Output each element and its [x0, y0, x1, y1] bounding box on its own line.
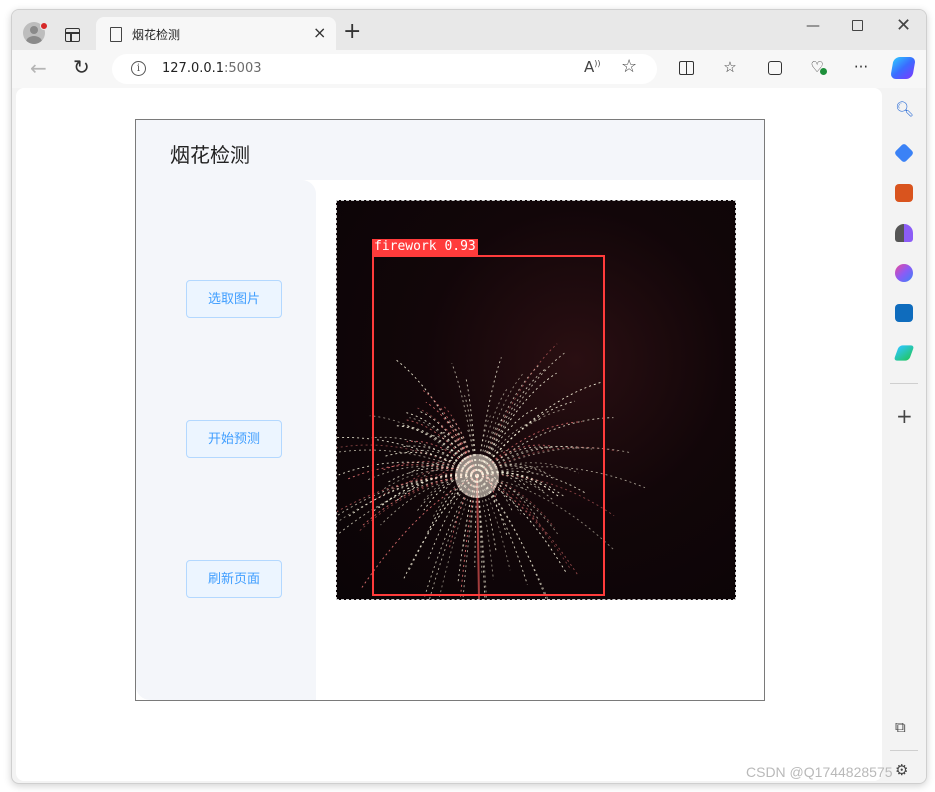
maximize-button[interactable]	[852, 20, 863, 31]
games-icon[interactable]	[895, 224, 913, 242]
minimize-button[interactable]: —	[806, 18, 820, 34]
add-sidebar-app-icon[interactable]: +	[896, 406, 913, 426]
close-window-button[interactable]: ✕	[896, 15, 911, 36]
split-screen-icon[interactable]	[679, 61, 694, 75]
csdn-watermark: CSDN @Q1744828575	[746, 764, 893, 780]
sidebar-settings-icon[interactable]: ⚙	[895, 761, 908, 779]
tab-actions-icon[interactable]	[65, 28, 80, 42]
browser-window: 烟花检测 × + — ✕ ← ↻ i 127.0.0.1:5003 A)) ☆ …	[11, 9, 927, 784]
tab-active[interactable]: 烟花检测 ×	[96, 17, 336, 51]
search-icon[interactable]: 🔍︎	[895, 100, 914, 118]
settings-more-icon[interactable]: ···	[853, 59, 869, 75]
browser-essentials-icon[interactable]: ♡	[809, 59, 827, 75]
side-panel: 选取图片 开始预测 刷新页面	[136, 180, 316, 700]
page-icon	[110, 27, 122, 42]
page-title: 烟花检测	[170, 143, 250, 167]
page-viewport: 烟花检测 选取图片 开始预测 刷新页面 firework 0.93	[16, 88, 882, 781]
app-container: 烟花检测 选取图片 开始预测 刷新页面 firework 0.93	[135, 119, 765, 701]
collections-icon[interactable]	[768, 61, 782, 75]
refresh-button[interactable]: ↻	[73, 55, 90, 79]
detection-bounding-box	[372, 255, 605, 596]
edge-sidebar: 🔍︎ + ⧉ ⚙	[882, 88, 926, 783]
outlook-icon[interactable]	[895, 304, 913, 322]
sidebar-divider-bottom	[890, 750, 918, 751]
screenshot-icon[interactable]: ⧉	[895, 718, 906, 736]
select-image-button[interactable]: 选取图片	[186, 280, 282, 318]
copilot-icon[interactable]	[890, 57, 916, 79]
detection-label: firework 0.93	[372, 239, 478, 255]
favorites-icon[interactable]: ☆	[722, 59, 738, 75]
browser-toolbar: ← ↻ i 127.0.0.1:5003 A)) ☆ ☆ ♡ ···	[12, 50, 926, 88]
app-header: 烟花检测	[136, 120, 764, 180]
notification-dot	[40, 22, 48, 30]
refresh-page-button[interactable]: 刷新页面	[186, 560, 282, 598]
read-aloud-icon[interactable]: A))	[584, 58, 601, 76]
url-text[interactable]: 127.0.0.1:5003	[162, 61, 262, 76]
favorite-star-icon[interactable]: ☆	[621, 56, 637, 77]
result-image: firework 0.93	[336, 200, 736, 600]
tab-strip: 烟花检测 × + — ✕	[12, 10, 926, 51]
tools-icon[interactable]	[895, 184, 913, 202]
sidebar-divider	[890, 383, 918, 384]
drop-send-icon[interactable]	[893, 345, 915, 361]
tab-title: 烟花检测	[132, 28, 181, 42]
site-info-icon[interactable]: i	[131, 61, 146, 76]
start-predict-button[interactable]: 开始预测	[186, 420, 282, 458]
shopping-tag-icon[interactable]	[893, 142, 915, 164]
microsoft-365-icon[interactable]	[895, 264, 913, 282]
address-bar[interactable]: i 127.0.0.1:5003 A)) ☆	[112, 54, 657, 84]
tab-close-icon[interactable]: ×	[313, 24, 326, 42]
back-button[interactable]: ←	[30, 56, 47, 80]
new-tab-button[interactable]: +	[343, 20, 361, 44]
